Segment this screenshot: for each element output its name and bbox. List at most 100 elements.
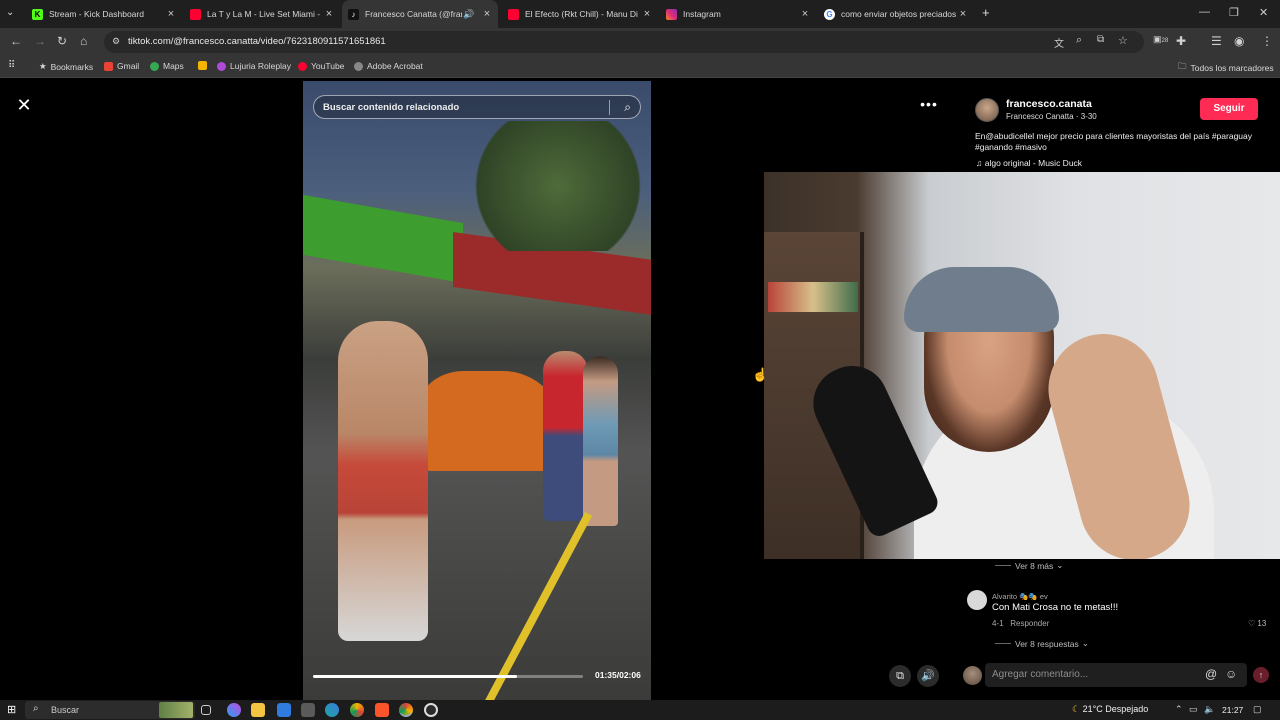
extensions-icon[interactable]: ✚ xyxy=(1176,34,1186,48)
person-red-shirt xyxy=(543,351,588,521)
search-icon[interactable]: ⌕ xyxy=(624,100,631,115)
bookmark-youtube[interactable]: YouTube xyxy=(298,61,344,71)
tab-instagram[interactable]: Instagram × xyxy=(660,0,816,28)
new-tab-button[interactable]: + xyxy=(982,5,990,20)
weather-widget[interactable]: ☾ 21°C Despejado xyxy=(1072,704,1148,715)
network-icon[interactable]: ▭ xyxy=(1189,704,1198,715)
tab-title: Stream - Kick Dashboard xyxy=(49,9,144,19)
brave-icon[interactable] xyxy=(375,703,389,717)
author-username[interactable]: francesco.canata xyxy=(1006,98,1092,110)
install-icon[interactable]: ⧉ xyxy=(1097,34,1104,45)
calculator-icon[interactable] xyxy=(301,703,315,717)
comment-avatar[interactable] xyxy=(967,590,987,610)
task-view-icon[interactable] xyxy=(201,705,211,715)
bookmark-gmail[interactable]: Gmail xyxy=(104,61,139,71)
tab-audio-icon[interactable]: 🔊 xyxy=(462,9,476,20)
browser-tab-strip: ⌄ K Stream - Kick Dashboard × La T y La … xyxy=(0,0,1280,28)
bookmark-unnamed[interactable] xyxy=(198,61,211,70)
translate-icon[interactable]: 文 xyxy=(1054,35,1064,50)
restore-button[interactable]: ❐ xyxy=(1229,6,1239,19)
author-avatar[interactable] xyxy=(975,98,999,122)
store-icon[interactable] xyxy=(277,703,291,717)
comment-likes[interactable]: ♡ 13 xyxy=(1248,619,1266,628)
reading-list-icon[interactable]: ☰ xyxy=(1211,34,1222,48)
video-progress-bar[interactable] xyxy=(313,675,583,678)
heart-icon: ♡ xyxy=(1248,619,1256,628)
video-player[interactable]: Buscar contenido relacionado ⌕ 01:35/02:… xyxy=(303,81,651,700)
music-link[interactable]: ♫ algo original - Music Duck xyxy=(976,158,1082,168)
site-info-icon[interactable]: ⚙ xyxy=(112,36,120,47)
tab-google-search[interactable]: G como enviar objetos preciados × xyxy=(818,0,974,28)
tab-close-icon[interactable]: × xyxy=(164,8,178,20)
reload-icon[interactable]: ↻ xyxy=(57,34,67,48)
chevron-down-icon: ⌄ xyxy=(1056,560,1064,570)
speaker-icon[interactable]: 🔈 xyxy=(1204,704,1215,715)
chrome-canary-icon[interactable] xyxy=(350,703,364,717)
tab-close-icon[interactable]: × xyxy=(956,8,970,20)
close-window-button[interactable]: ✕ xyxy=(1259,6,1268,19)
all-bookmarks[interactable]: 🗀 Todos los marcadores xyxy=(1178,61,1274,75)
tab-close-icon[interactable]: × xyxy=(798,8,812,20)
forward-icon[interactable]: → xyxy=(34,34,46,48)
emoji-icon[interactable]: ☺ xyxy=(1225,667,1237,681)
tab-title: Francesco Canatta (@franc xyxy=(365,9,462,19)
volume-icon[interactable]: 🔊 xyxy=(917,665,939,687)
tray-chevron-icon[interactable]: ⌃ xyxy=(1175,704,1183,715)
comment-text: Con Mati Crosa no te metas!!! xyxy=(992,602,1119,613)
windows-start-icon[interactable]: ⊞ xyxy=(7,703,16,716)
comment-username[interactable]: Alvarito 🎭🎭 ev xyxy=(992,592,1048,601)
tab-title: como enviar objetos preciados xyxy=(841,9,956,19)
hand-cursor-icon: ☝ xyxy=(752,367,769,382)
comment-date: 4-1 xyxy=(992,619,1004,628)
taskbar-search[interactable]: ⌕ Buscar xyxy=(25,701,195,719)
search-divider xyxy=(609,100,610,115)
bookmark-star-icon[interactable]: ☆ xyxy=(1118,34,1128,47)
related-search-input[interactable]: Buscar contenido relacionado ⌕ xyxy=(313,95,641,119)
tab-title: El Efecto (Rkt Chill) - Manu Di xyxy=(525,9,638,19)
notifications-icon[interactable]: ▢ xyxy=(1253,704,1262,715)
bookmark-bookmarks[interactable]: ★ Bookmarks xyxy=(39,61,93,72)
bookmarks-bar: ⠿ ★ Bookmarks Gmail Maps Lujuria Roleplay… xyxy=(0,56,1280,78)
see-more-comments[interactable]: Ver 8 más ⌄ xyxy=(995,560,1063,571)
divider-line xyxy=(995,643,1011,644)
copilot-icon[interactable] xyxy=(227,703,241,717)
see-more-replies[interactable]: Ver 8 respuestas ⌄ xyxy=(995,638,1089,649)
tab-tiktok-francesco[interactable]: ♪ Francesco Canatta (@franc 🔊 × xyxy=(342,0,498,28)
mention-icon[interactable]: @ xyxy=(1205,667,1217,681)
tab-close-icon[interactable]: × xyxy=(480,8,494,20)
tab-kick-dashboard[interactable]: K Stream - Kick Dashboard × xyxy=(26,0,182,28)
youtube-icon xyxy=(508,8,519,20)
close-icon[interactable]: ✕ xyxy=(14,95,34,115)
chrome-icon[interactable] xyxy=(399,703,413,717)
bookmark-acrobat[interactable]: Adobe Acrobat xyxy=(354,61,423,71)
apps-icon[interactable]: ⠿ xyxy=(8,60,15,71)
profile-avatar-icon[interactable]: ◉ xyxy=(1234,34,1244,48)
tab-close-icon[interactable]: × xyxy=(322,8,336,20)
file-explorer-icon[interactable] xyxy=(251,703,265,717)
extension-badge-icon[interactable]: ▣28 xyxy=(1153,34,1168,45)
reply-button[interactable]: Responder xyxy=(1010,619,1049,628)
back-icon[interactable]: ← xyxy=(10,34,22,48)
tab-search-dropdown[interactable]: ⌄ xyxy=(6,7,14,18)
obs-icon[interactable] xyxy=(424,703,438,717)
tab-youtube-el-efecto[interactable]: El Efecto (Rkt Chill) - Manu Di × xyxy=(502,0,658,28)
edge-icon[interactable] xyxy=(325,703,339,717)
clock[interactable]: 21:27 xyxy=(1222,705,1243,715)
more-options-icon[interactable]: ••• xyxy=(918,95,940,115)
comment-input[interactable]: Agregar comentario... @ ☺ xyxy=(985,663,1247,687)
minimize-button[interactable]: — xyxy=(1199,6,1210,18)
webcam-shelf-items xyxy=(768,282,858,312)
tab-close-icon[interactable]: × xyxy=(640,8,654,20)
bookmark-lujuria[interactable]: Lujuria Roleplay xyxy=(217,61,291,71)
send-comment-icon[interactable]: ↑ xyxy=(1253,667,1269,683)
picture-in-picture-icon[interactable]: ⧉ xyxy=(889,665,911,687)
tab-youtube-live-set[interactable]: La T y La M - Live Set Miami - Y × xyxy=(184,0,340,28)
address-bar[interactable]: ⚙ tiktok.com/@francesco.canatta/video/76… xyxy=(104,31,1144,53)
zoom-icon[interactable]: ⌕ xyxy=(1076,34,1082,47)
bookmark-maps[interactable]: Maps xyxy=(150,61,184,71)
follow-button[interactable]: Seguir xyxy=(1200,98,1258,120)
home-icon[interactable]: ⌂ xyxy=(80,34,87,48)
bookmark-icon xyxy=(198,61,207,70)
menu-icon[interactable]: ⋮ xyxy=(1261,34,1273,48)
search-highlight-image xyxy=(159,702,193,718)
